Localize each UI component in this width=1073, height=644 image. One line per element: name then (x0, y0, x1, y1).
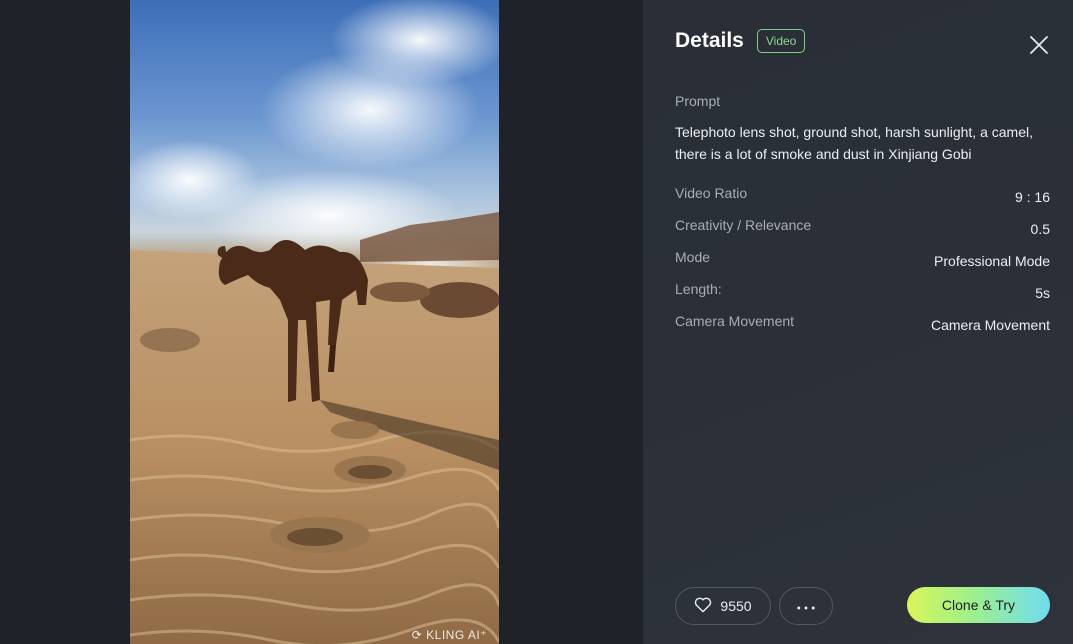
attribute-label: Creativity / Relevance (675, 217, 812, 233)
details-panel: Details Video Prompt Telephoto lens shot… (643, 0, 1073, 644)
like-button[interactable]: 9550 (675, 587, 771, 625)
more-options-button[interactable] (779, 587, 833, 625)
watermark-text: KLING AI⁺ (426, 628, 487, 642)
attribute-value: 5s (1035, 285, 1050, 301)
media-stage: ⟳ KLING AI⁺ (0, 0, 643, 644)
camel-desert-image (130, 0, 499, 644)
attribute-label: Camera Movement (675, 313, 795, 329)
kling-logo-icon: ⟳ (411, 628, 423, 642)
attribute-value: Camera Movement (930, 317, 1050, 333)
prompt-text: Telephoto lens shot, ground shot, harsh … (675, 124, 1033, 162)
close-icon[interactable] (1029, 35, 1049, 55)
video-preview[interactable]: ⟳ KLING AI⁺ (130, 0, 499, 644)
heart-icon (694, 597, 712, 616)
attribute-value: Professional Mode (934, 253, 1050, 269)
attribute-row-video-ratio: Video Ratio 9 : 16 (675, 185, 1050, 205)
attribute-label: Length: (675, 281, 722, 297)
attribute-label: Video Ratio (675, 185, 748, 201)
attribute-value: 9 : 16 (1014, 189, 1050, 205)
like-count: 9550 (720, 598, 752, 614)
kling-watermark: ⟳ KLING AI⁺ (412, 628, 487, 642)
attribute-row-creativity: Creativity / Relevance 0.5 (675, 217, 1050, 237)
attribute-row-mode: Mode Professional Mode (675, 249, 1050, 269)
clone-and-try-button[interactable]: Clone & Try (907, 587, 1050, 623)
attribute-row-camera-movement: Camera Movement Camera Movement (675, 313, 1050, 333)
attribute-row-length: Length: 5s (675, 281, 1050, 301)
details-header: Details Video (675, 29, 806, 53)
attribute-value: 0.5 (1030, 221, 1050, 237)
prompt-label: Prompt (675, 93, 721, 109)
type-badge: Video (756, 29, 806, 53)
details-title: Details (675, 29, 744, 52)
more-dots-icon (797, 597, 815, 615)
attribute-label: Mode (675, 249, 711, 265)
